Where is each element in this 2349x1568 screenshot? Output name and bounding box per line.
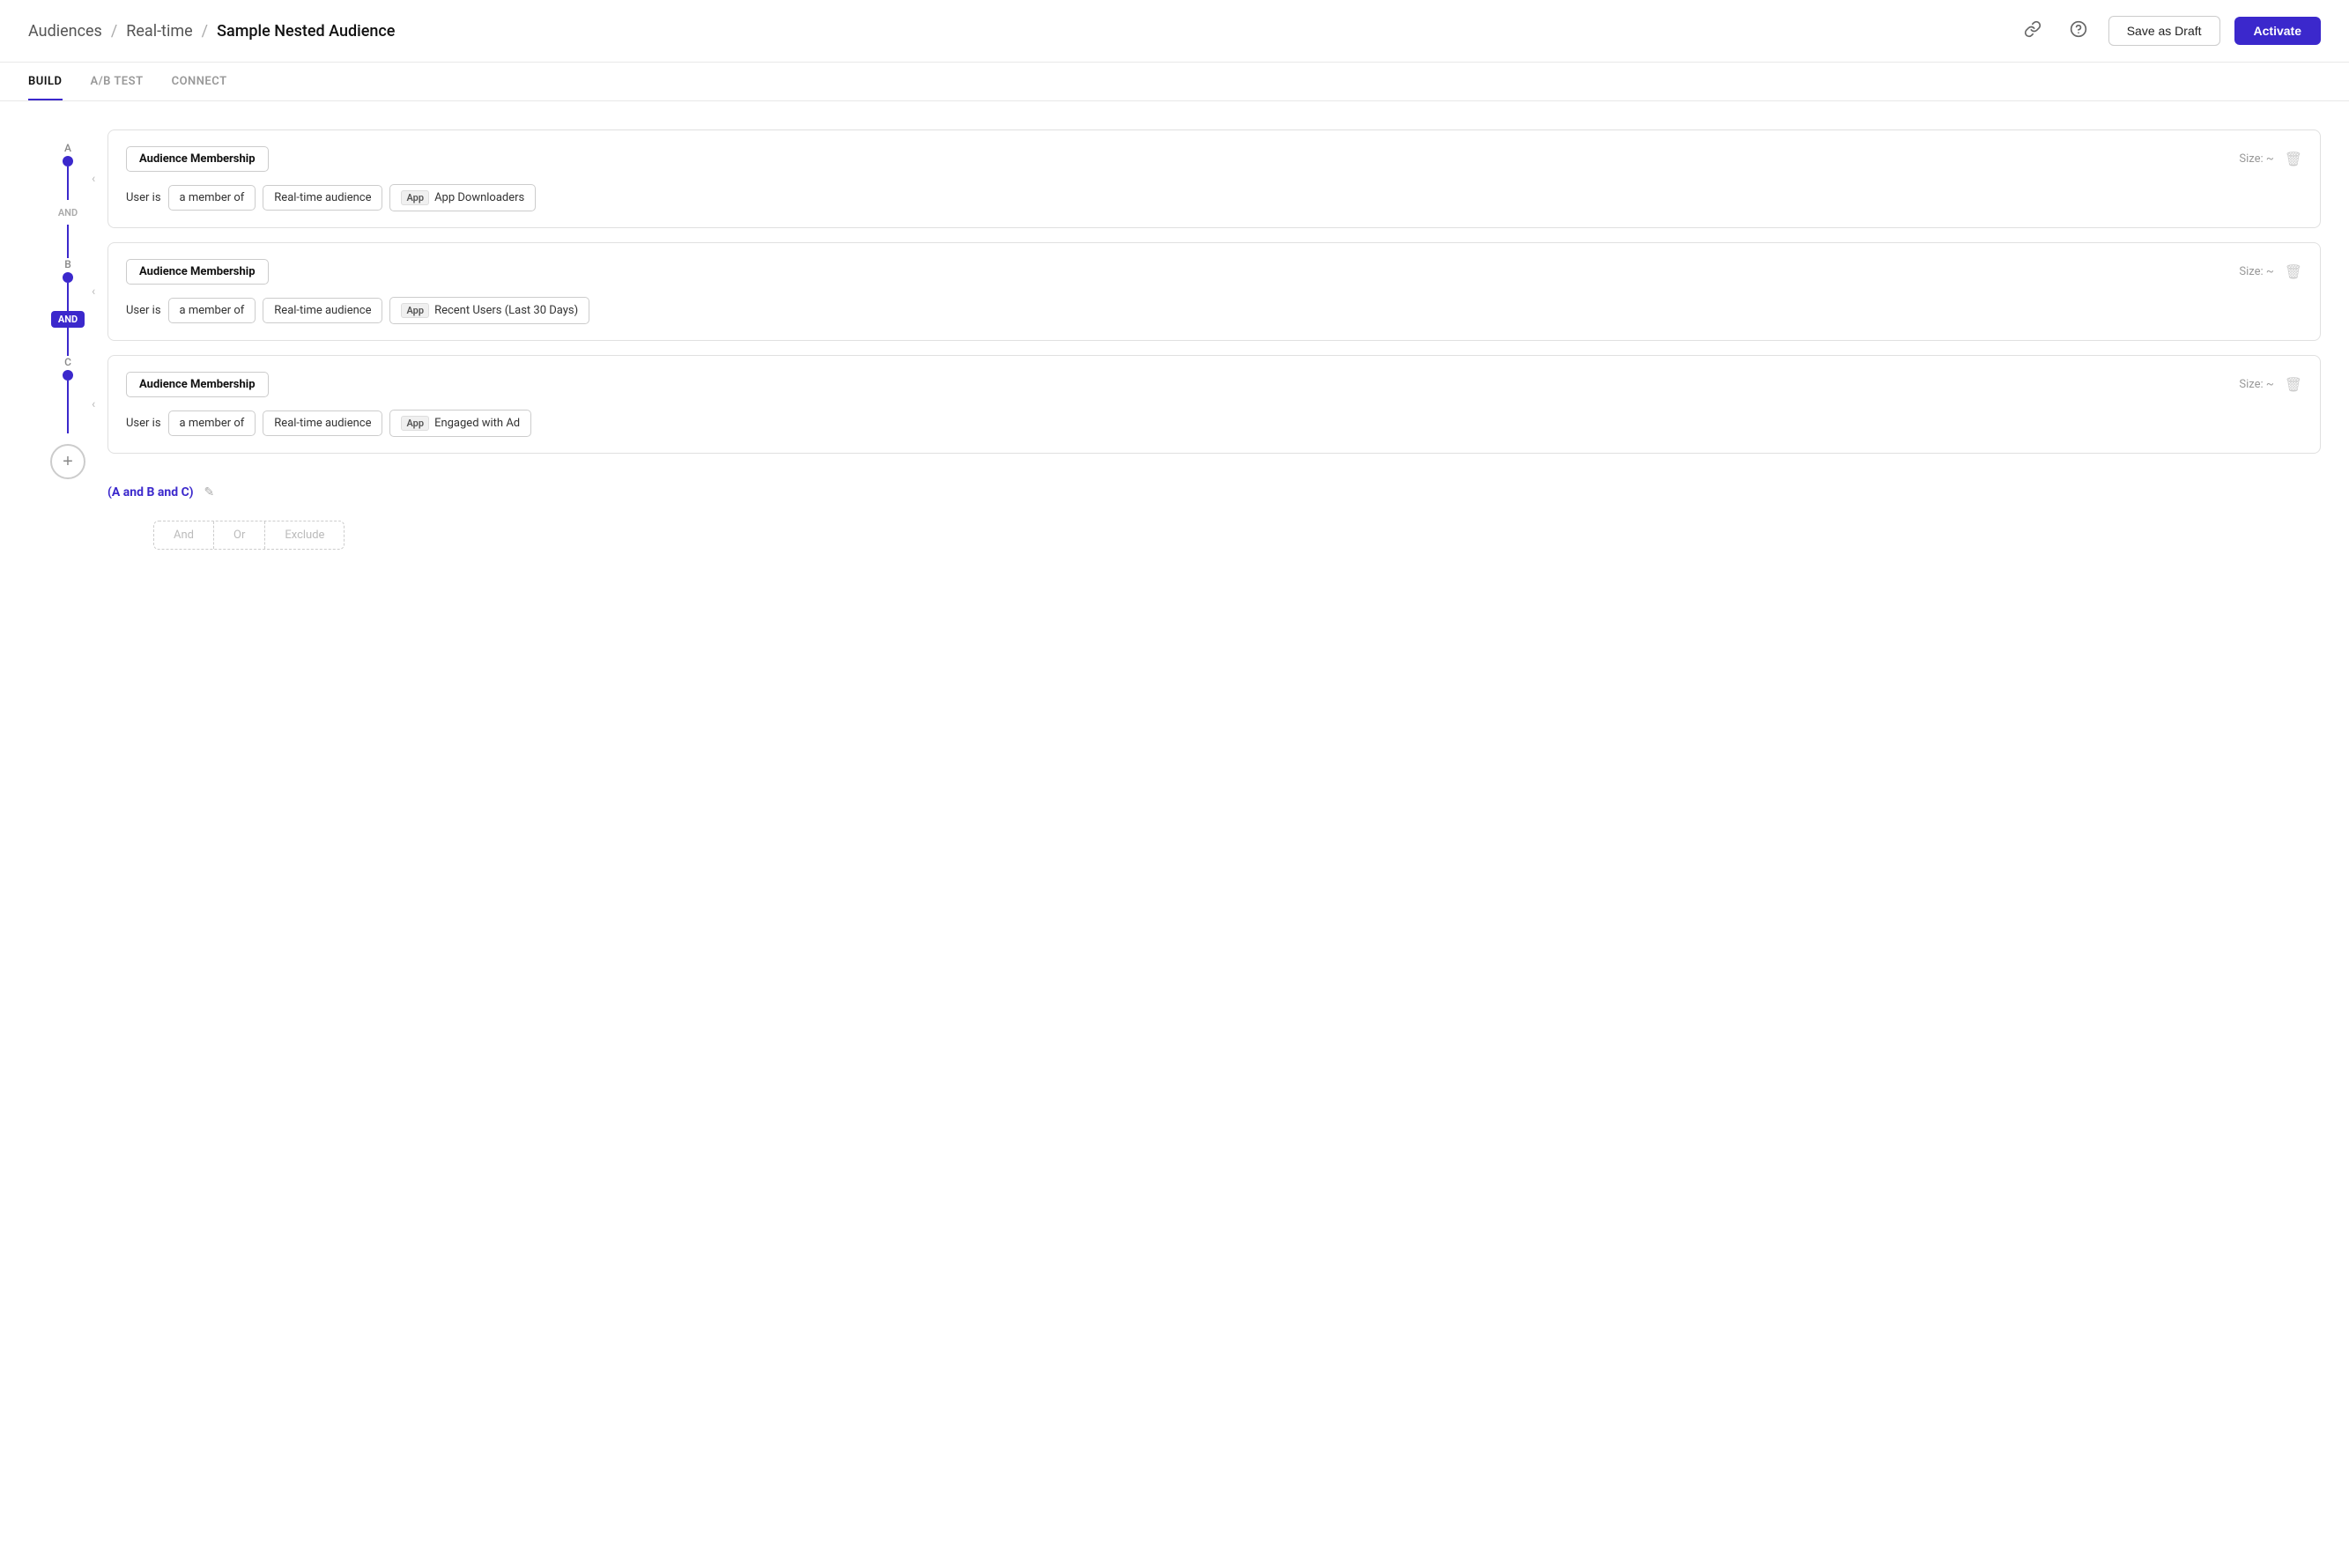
member-of-pill-a[interactable]: a member of <box>168 185 256 211</box>
audience-name-pill-c[interactable]: App Engaged with Ad <box>389 410 531 437</box>
logic-text: (A and B and C) <box>107 485 194 499</box>
logic-expression: (A and B and C) ✎ <box>107 485 2321 499</box>
size-label-a: Size: ~ <box>2239 152 2273 166</box>
condition-row-c: User is a member of Real-time audience A… <box>126 410 2302 437</box>
condition-title-b: Audience Membership <box>126 259 269 285</box>
edit-logic-icon[interactable]: ✎ <box>204 485 215 499</box>
collapse-arrow-c[interactable]: ‹ <box>92 397 95 411</box>
line-badge-c <box>67 328 69 356</box>
condition-size-a: Size: ~ 🗑 <box>2239 151 2302 167</box>
user-is-c: User is <box>126 417 161 430</box>
collapse-arrow-b[interactable]: ‹ <box>92 285 95 299</box>
breadcrumb: Audiences / Real-time / Sample Nested Au… <box>28 22 395 41</box>
delete-block-b[interactable]: 🗑 <box>2285 263 2302 280</box>
block-a-wrapper: ‹ Audience Membership Size: ~ 🗑 User is … <box>107 129 2321 228</box>
add-button-container: + <box>50 444 85 479</box>
main-content: A AND B AND C <box>0 101 2349 578</box>
condition-size-b: Size: ~ 🗑 <box>2239 263 2302 280</box>
line-a-and <box>67 166 69 200</box>
app-badge-c: App <box>401 416 429 431</box>
user-is-a: User is <box>126 191 161 204</box>
condition-block-a: Audience Membership Size: ~ 🗑 User is a … <box>107 129 2321 228</box>
timeline-node-a: A AND <box>28 142 107 258</box>
line-c-bottom <box>67 381 69 433</box>
conditions-column: ‹ Audience Membership Size: ~ 🗑 User is … <box>107 129 2321 550</box>
size-label-c: Size: ~ <box>2239 378 2273 391</box>
link-icon <box>2024 20 2041 38</box>
and-label-ab: AND <box>58 200 78 225</box>
delete-block-c[interactable]: 🗑 <box>2285 376 2302 393</box>
tab-bar: BUILD A/B TEST CONNECT <box>0 63 2349 101</box>
node-a-dot <box>63 156 73 166</box>
and-badge: AND <box>51 311 85 328</box>
breadcrumb-sep-2: / <box>202 22 208 41</box>
condition-row-b: User is a member of Real-time audience A… <box>126 297 2302 324</box>
audience-type-pill-c[interactable]: Real-time audience <box>263 410 382 436</box>
delete-block-a[interactable]: 🗑 <box>2285 151 2302 167</box>
block-b-wrapper: ‹ Audience Membership Size: ~ 🗑 User is … <box>107 242 2321 341</box>
member-of-pill-c[interactable]: a member of <box>168 410 256 436</box>
node-b-label: B <box>64 258 71 270</box>
condition-title-c: Audience Membership <box>126 372 269 397</box>
breadcrumb-audiences[interactable]: Audiences <box>28 22 102 41</box>
node-c-label: C <box>64 356 71 368</box>
help-icon <box>2070 20 2087 38</box>
add-options-bar: And Or Exclude <box>153 521 345 550</box>
audience-name-b: Recent Users (Last 30 Days) <box>434 304 578 317</box>
audience-name-pill-a[interactable]: App App Downloaders <box>389 184 536 211</box>
condition-header-a: Audience Membership Size: ~ 🗑 <box>126 146 2302 172</box>
timeline-node-c: C <box>28 356 107 433</box>
condition-header-c: Audience Membership Size: ~ 🗑 <box>126 372 2302 397</box>
app-badge-b: App <box>401 303 429 318</box>
timeline: A AND B AND C <box>28 129 107 550</box>
line-b-badge <box>67 283 69 311</box>
condition-block-b: Audience Membership Size: ~ 🗑 User is a … <box>107 242 2321 341</box>
help-icon-button[interactable] <box>2063 17 2094 46</box>
node-a-label: A <box>64 142 71 154</box>
tab-ab-test[interactable]: A/B TEST <box>91 63 144 100</box>
breadcrumb-realtime[interactable]: Real-time <box>126 22 192 41</box>
audience-name-a: App Downloaders <box>434 191 524 204</box>
audience-name-c: Engaged with Ad <box>434 417 520 430</box>
line-and-b <box>67 225 69 258</box>
app-badge-a: App <box>401 190 429 205</box>
node-c-dot <box>63 370 73 381</box>
breadcrumb-sep-1: / <box>111 22 117 41</box>
node-b-dot <box>63 272 73 283</box>
add-condition-button[interactable]: + <box>50 444 85 479</box>
builder-layout: A AND B AND C <box>28 129 2321 550</box>
audience-name-pill-b[interactable]: App Recent Users (Last 30 Days) <box>389 297 589 324</box>
add-options-section: And Or Exclude <box>107 521 2321 550</box>
save-draft-button[interactable]: Save as Draft <box>2108 16 2220 46</box>
breadcrumb-current: Sample Nested Audience <box>217 22 395 41</box>
timeline-node-b: B AND <box>28 258 107 356</box>
condition-header-b: Audience Membership Size: ~ 🗑 <box>126 259 2302 285</box>
condition-title-a: Audience Membership <box>126 146 269 172</box>
member-of-pill-b[interactable]: a member of <box>168 298 256 323</box>
condition-block-c: Audience Membership Size: ~ 🗑 User is a … <box>107 355 2321 454</box>
page-header: Audiences / Real-time / Sample Nested Au… <box>0 0 2349 63</box>
add-exclude-option[interactable]: Exclude <box>265 521 344 549</box>
link-icon-button[interactable] <box>2017 17 2049 46</box>
block-c-wrapper: ‹ Audience Membership Size: ~ 🗑 User is … <box>107 355 2321 454</box>
activate-button[interactable]: Activate <box>2234 17 2321 45</box>
tab-connect[interactable]: CONNECT <box>172 63 227 100</box>
header-actions: Save as Draft Activate <box>2017 16 2321 46</box>
user-is-b: User is <box>126 304 161 317</box>
collapse-arrow-a[interactable]: ‹ <box>92 172 95 186</box>
tab-build[interactable]: BUILD <box>28 63 63 100</box>
audience-type-pill-a[interactable]: Real-time audience <box>263 185 382 211</box>
audience-type-pill-b[interactable]: Real-time audience <box>263 298 382 323</box>
add-and-option[interactable]: And <box>154 521 214 549</box>
condition-size-c: Size: ~ 🗑 <box>2239 376 2302 393</box>
size-label-b: Size: ~ <box>2239 265 2273 278</box>
add-or-option[interactable]: Or <box>214 521 265 549</box>
condition-row-a: User is a member of Real-time audience A… <box>126 184 2302 211</box>
